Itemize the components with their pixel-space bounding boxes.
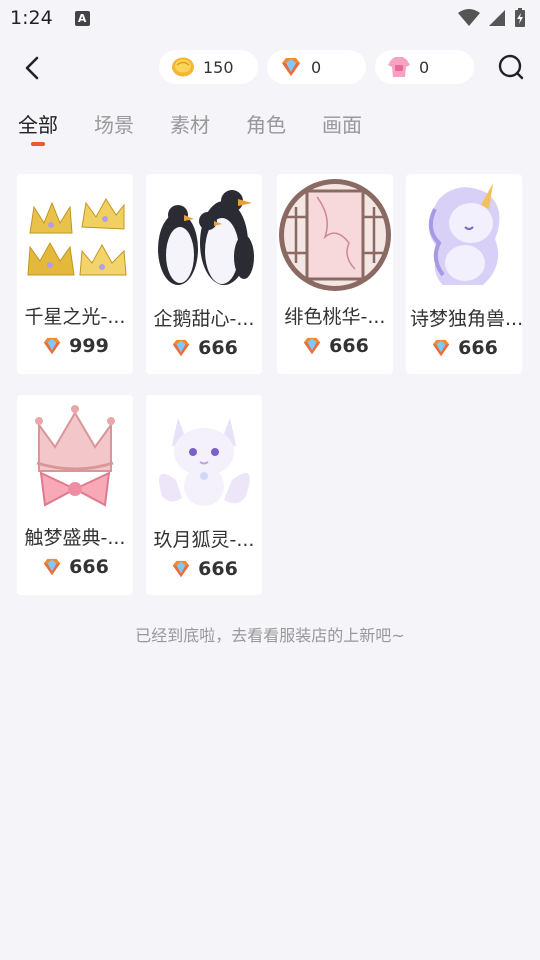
item-price-value: 666 xyxy=(458,337,498,359)
round-window-image xyxy=(277,174,393,296)
item-card[interactable]: 企鹅甜心-... 666 xyxy=(146,174,262,374)
item-price-value: 666 xyxy=(69,556,109,578)
item-price-value: 666 xyxy=(329,335,369,357)
fox-image xyxy=(146,395,262,517)
search-icon xyxy=(498,54,524,80)
penguins-image xyxy=(146,174,262,296)
item-card[interactable]: 玖月狐灵-... 666 xyxy=(146,395,262,595)
gem-icon xyxy=(282,58,300,76)
notification-a-icon: A xyxy=(74,10,90,26)
item-name: 诗梦独角兽... xyxy=(410,308,522,330)
tab-material[interactable]: 素材 xyxy=(170,110,210,146)
item-name: 玖月狐灵-... xyxy=(153,529,255,551)
wifi-icon xyxy=(458,9,480,26)
item-card[interactable]: 千星之光-... 999 xyxy=(17,174,133,374)
item-price: 666 xyxy=(146,558,262,580)
item-card[interactable]: 绯色桃华-... 666 xyxy=(277,174,393,374)
item-name: 触梦盛典-... xyxy=(24,527,126,549)
item-card[interactable]: 诗梦独角兽... 666 xyxy=(406,174,522,374)
tab-all[interactable]: 全部 xyxy=(18,110,58,146)
item-price-value: 666 xyxy=(198,337,238,359)
unicorn-image xyxy=(406,174,522,296)
gold-coin-icon xyxy=(172,57,194,77)
signal-icon xyxy=(489,10,505,26)
item-name: 绯色桃华-... xyxy=(284,306,386,328)
gold-amount: 150 xyxy=(203,57,234,77)
back-button[interactable] xyxy=(18,54,46,82)
battery-icon xyxy=(515,8,525,27)
gem-icon xyxy=(303,337,321,355)
item-price: 666 xyxy=(17,556,133,578)
item-card[interactable]: 触梦盛典-... 666 xyxy=(17,395,133,595)
item-price: 666 xyxy=(146,337,262,359)
gold-currency-pill[interactable]: 150 xyxy=(159,50,258,84)
shirt-ticket-icon xyxy=(388,57,410,77)
tab-scene[interactable]: 场景 xyxy=(94,110,134,146)
gem-amount: 0 xyxy=(311,57,322,77)
search-button[interactable] xyxy=(497,53,525,81)
gem-icon xyxy=(43,337,61,355)
gem-icon xyxy=(43,558,61,576)
status-time: 1:24 xyxy=(10,7,53,29)
gem-currency-pill[interactable]: 0 xyxy=(267,50,366,84)
item-price: 666 xyxy=(406,337,522,359)
status-bar: 1:24 A xyxy=(0,0,540,36)
tab-picture[interactable]: 画面 xyxy=(322,110,362,146)
item-name: 企鹅甜心-... xyxy=(153,308,255,330)
item-name: 千星之光-... xyxy=(24,306,126,328)
tab-character[interactable]: 角色 xyxy=(246,110,286,146)
chevron-left-icon xyxy=(25,56,39,80)
status-icons xyxy=(458,8,526,28)
category-tabs: 全部 场景 素材 角色 画面 xyxy=(18,110,362,150)
item-price: 666 xyxy=(277,335,393,357)
gem-icon xyxy=(172,339,190,357)
shirt-amount: 0 xyxy=(419,57,430,77)
crown-gold-image xyxy=(17,174,133,296)
end-of-list-text: 已经到底啦，去看看服装店的上新吧~ xyxy=(135,626,405,645)
item-price-value: 999 xyxy=(69,335,109,357)
shirt-currency-pill[interactable]: 0 xyxy=(375,50,474,84)
top-bar: 150 0 0 xyxy=(0,46,540,88)
crown-pink-image xyxy=(17,395,133,517)
gem-icon xyxy=(432,339,450,357)
gem-icon xyxy=(172,560,190,578)
item-price-value: 666 xyxy=(198,558,238,580)
item-price: 999 xyxy=(17,335,133,357)
